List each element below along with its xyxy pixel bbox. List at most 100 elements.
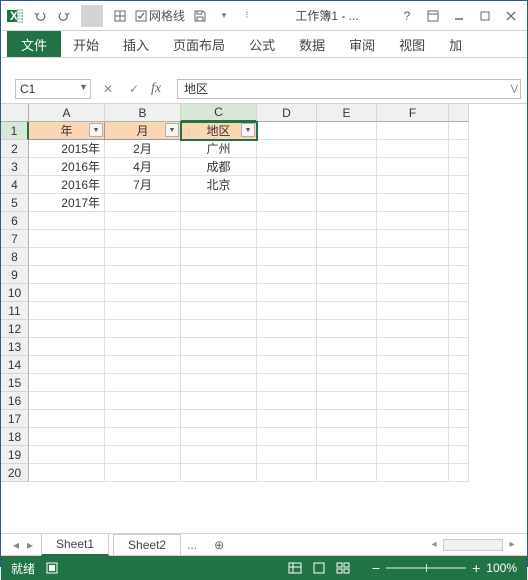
row-header[interactable]: 20 [1,464,29,482]
normal-view-icon[interactable] [286,560,304,576]
tab-page-layout[interactable]: 页面布局 [161,31,237,57]
cell[interactable] [105,428,181,446]
cell[interactable] [29,284,105,302]
row-header[interactable]: 4 [1,176,29,194]
cell[interactable] [317,230,377,248]
page-layout-view-icon[interactable] [310,560,328,576]
row-header[interactable]: 13 [1,338,29,356]
cell[interactable] [449,248,469,266]
select-all-corner[interactable] [1,104,29,122]
cell[interactable]: 2015年 [29,140,105,158]
name-box[interactable]: C1 ▼ [15,79,91,99]
borders-icon[interactable] [109,5,131,27]
cell[interactable] [181,446,257,464]
cell[interactable] [449,410,469,428]
column-header[interactable]: D [257,104,317,122]
cell[interactable] [181,338,257,356]
cell[interactable] [317,140,377,158]
cell[interactable] [449,338,469,356]
cell[interactable] [29,266,105,284]
cell[interactable]: 成都 [181,158,257,176]
cell[interactable] [257,446,317,464]
cell[interactable] [181,284,257,302]
cell[interactable] [29,428,105,446]
column-header[interactable]: E [317,104,377,122]
cell[interactable]: 7月 [105,176,181,194]
cell[interactable] [29,410,105,428]
cell[interactable] [105,374,181,392]
row-header[interactable]: 5 [1,194,29,212]
cell[interactable] [377,446,449,464]
row-header[interactable]: 16 [1,392,29,410]
cell[interactable] [257,374,317,392]
zoom-in-icon[interactable]: + [472,560,480,576]
cell[interactable] [257,230,317,248]
cell[interactable]: 2016年 [29,176,105,194]
row-header[interactable]: 6 [1,212,29,230]
tab-insert[interactable]: 插入 [111,31,161,57]
cell[interactable] [449,284,469,302]
gridlines-toggle[interactable]: 网格线 [133,5,187,27]
cell[interactable] [449,158,469,176]
cell[interactable] [257,212,317,230]
cell[interactable] [257,194,317,212]
cell[interactable] [257,248,317,266]
cell[interactable]: 2017年 [29,194,105,212]
cell[interactable] [181,230,257,248]
cell[interactable] [449,320,469,338]
cell[interactable] [317,176,377,194]
sheet-tab[interactable]: Sheet2 [113,534,181,555]
cell[interactable] [377,338,449,356]
column-header[interactable]: A [29,104,105,122]
cell[interactable] [181,194,257,212]
cell[interactable]: 月▼ [105,122,181,140]
cell[interactable] [181,410,257,428]
cell[interactable] [181,374,257,392]
tab-formulas[interactable]: 公式 [237,31,287,57]
cell[interactable]: 地区▼ [181,122,257,140]
tab-review[interactable]: 审阅 [337,31,387,57]
cell[interactable] [377,320,449,338]
cell[interactable] [377,176,449,194]
sheet-more[interactable]: ... [181,535,203,555]
cell[interactable] [257,464,317,482]
cell[interactable]: 广州 [181,140,257,158]
cell[interactable] [181,302,257,320]
chevron-down-icon[interactable]: ▼ [79,82,88,92]
cell[interactable] [377,158,449,176]
cell[interactable] [449,302,469,320]
cell[interactable] [181,266,257,284]
cell[interactable] [377,302,449,320]
cell[interactable] [29,356,105,374]
qat-customize-icon[interactable]: ⠇ [237,5,259,27]
cell[interactable] [29,446,105,464]
cell[interactable] [377,122,449,140]
cell[interactable] [377,248,449,266]
tab-addins[interactable]: 加 [437,31,474,57]
cell[interactable] [181,320,257,338]
new-sheet-icon[interactable]: ⊕ [209,538,229,552]
cell[interactable] [105,338,181,356]
column-header[interactable]: C [181,104,257,122]
enter-formula-icon[interactable]: ✓ [125,80,143,98]
cell[interactable] [105,230,181,248]
cell[interactable] [105,194,181,212]
filter-dropdown-icon[interactable]: ▼ [165,123,179,137]
horizontal-scrollbar[interactable]: ◂▸ [427,539,527,551]
cell[interactable] [29,392,105,410]
cell[interactable] [317,212,377,230]
cell[interactable] [105,392,181,410]
row-header[interactable]: 8 [1,248,29,266]
cell[interactable] [317,464,377,482]
page-break-view-icon[interactable] [334,560,352,576]
cell[interactable] [29,212,105,230]
cell[interactable] [257,356,317,374]
cell[interactable] [105,284,181,302]
cell[interactable] [29,338,105,356]
cell[interactable] [317,338,377,356]
cell[interactable] [317,356,377,374]
cell[interactable] [449,374,469,392]
cell[interactable] [257,338,317,356]
row-header[interactable]: 9 [1,266,29,284]
cell[interactable]: 北京 [181,176,257,194]
